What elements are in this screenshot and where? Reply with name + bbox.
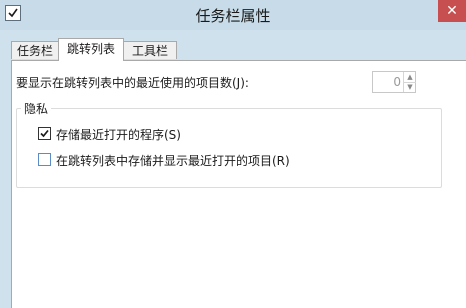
title-bar[interactable]: 任务栏属性 ✕ [0, 0, 466, 30]
recent-items-count-input[interactable]: 0 [373, 72, 403, 92]
store-recent-programs-label[interactable]: 存储最近打开的程序(S) [56, 126, 181, 143]
close-icon: ✕ [446, 3, 458, 19]
store-recent-programs-checkbox[interactable] [38, 127, 51, 140]
recent-items-count-label: 要显示在跳转列表中的最近使用的项目数(J): [16, 76, 249, 90]
tab-jumplist[interactable]: 跳转列表 [58, 38, 124, 61]
window-title: 任务栏属性 [195, 7, 271, 25]
tab-taskbar[interactable]: 任务栏 [11, 41, 59, 59]
spin-down-icon[interactable]: ▼ [403, 82, 416, 92]
store-recent-items-checkbox[interactable] [38, 153, 51, 166]
privacy-group [16, 108, 442, 188]
close-button[interactable]: ✕ [438, 0, 466, 22]
checkmark-icon [40, 129, 49, 138]
tab-toolbar[interactable]: 工具栏 [123, 41, 177, 59]
store-recent-items-label[interactable]: 在跳转列表中存储并显示最近打开的项目(R) [56, 152, 290, 169]
privacy-group-legend: 隐私 [21, 100, 52, 117]
recent-items-count-spinner[interactable]: 0 ▲ ▼ [372, 71, 416, 93]
